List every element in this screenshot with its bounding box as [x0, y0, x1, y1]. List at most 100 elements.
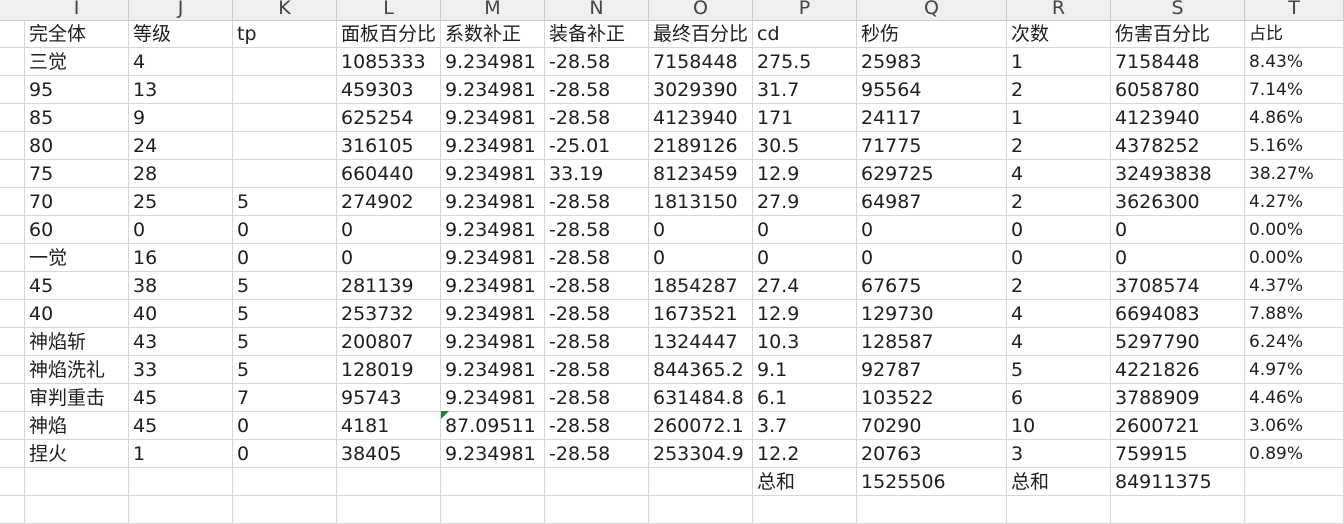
- cell[interactable]: 0.89%: [1245, 440, 1344, 468]
- cell[interactable]: 8.43%: [1245, 48, 1344, 76]
- cell[interactable]: 660440: [337, 160, 441, 188]
- cell[interactable]: 5: [233, 272, 337, 300]
- cell[interactable]: [753, 496, 857, 524]
- cell[interactable]: [1007, 496, 1111, 524]
- cell[interactable]: 3.06%: [1245, 412, 1344, 440]
- cell[interactable]: cd: [753, 20, 857, 48]
- cell[interactable]: 4123940: [1111, 104, 1245, 132]
- cell[interactable]: 13: [129, 76, 233, 104]
- cell[interactable]: [337, 496, 441, 524]
- cell[interactable]: 0: [753, 216, 857, 244]
- cell[interactable]: 7158448: [1111, 48, 1245, 76]
- cell[interactable]: 4378252: [1111, 132, 1245, 160]
- cell[interactable]: 3.7: [753, 412, 857, 440]
- row-header-cell[interactable]: [0, 48, 25, 76]
- column-header-l[interactable]: L: [337, 0, 441, 20]
- cell[interactable]: -28.58: [545, 384, 649, 412]
- cell[interactable]: 面板百分比: [337, 20, 441, 48]
- cell[interactable]: 85: [25, 104, 129, 132]
- cell[interactable]: 3029390: [649, 76, 753, 104]
- cell[interactable]: 1673521: [649, 300, 753, 328]
- cell[interactable]: 6.24%: [1245, 328, 1344, 356]
- cell[interactable]: 2: [1007, 272, 1111, 300]
- cell[interactable]: -28.58: [545, 244, 649, 272]
- cell[interactable]: 9.234981: [441, 216, 545, 244]
- cell[interactable]: 71775: [857, 132, 1007, 160]
- row-header-cell[interactable]: [0, 496, 25, 524]
- cell[interactable]: 28: [129, 160, 233, 188]
- cell[interactable]: 95743: [337, 384, 441, 412]
- column-header-s[interactable]: S: [1111, 0, 1245, 20]
- cell[interactable]: 7: [233, 384, 337, 412]
- cell[interactable]: 24: [129, 132, 233, 160]
- cell[interactable]: [1111, 496, 1245, 524]
- cell[interactable]: 0: [857, 244, 1007, 272]
- cell[interactable]: [233, 76, 337, 104]
- cell[interactable]: tp: [233, 20, 337, 48]
- cell[interactable]: 92787: [857, 356, 1007, 384]
- cell[interactable]: 总和: [753, 468, 857, 496]
- cell[interactable]: 80: [25, 132, 129, 160]
- cell[interactable]: 7.14%: [1245, 76, 1344, 104]
- cell[interactable]: 30.5: [753, 132, 857, 160]
- cell[interactable]: 625254: [337, 104, 441, 132]
- cell[interactable]: 275.5: [753, 48, 857, 76]
- cell[interactable]: 27.4: [753, 272, 857, 300]
- cell[interactable]: 三觉: [25, 48, 129, 76]
- column-header-m[interactable]: M: [441, 0, 545, 20]
- cell[interactable]: 75: [25, 160, 129, 188]
- cell[interactable]: [857, 496, 1007, 524]
- cell[interactable]: 1525506: [857, 468, 1007, 496]
- cell[interactable]: -28.58: [545, 440, 649, 468]
- cell[interactable]: 200807: [337, 328, 441, 356]
- cell[interactable]: 5: [1007, 356, 1111, 384]
- cell[interactable]: 5: [233, 328, 337, 356]
- cell[interactable]: -28.58: [545, 104, 649, 132]
- cell[interactable]: 45: [129, 384, 233, 412]
- cell[interactable]: 0: [1111, 244, 1245, 272]
- cell[interactable]: 40: [129, 300, 233, 328]
- cell[interactable]: 12.9: [753, 300, 857, 328]
- cell[interactable]: [233, 48, 337, 76]
- cell[interactable]: 4.46%: [1245, 384, 1344, 412]
- cell[interactable]: 神焰洗礼: [25, 356, 129, 384]
- cell[interactable]: 1085333: [337, 48, 441, 76]
- cell[interactable]: 最终百分比: [649, 20, 753, 48]
- cell[interactable]: 128587: [857, 328, 1007, 356]
- cell[interactable]: 5: [233, 356, 337, 384]
- cell[interactable]: 25983: [857, 48, 1007, 76]
- cell[interactable]: 4.37%: [1245, 272, 1344, 300]
- cell[interactable]: 0: [857, 216, 1007, 244]
- cell[interactable]: 9.234981: [441, 440, 545, 468]
- row-header-cell[interactable]: [0, 300, 25, 328]
- cell[interactable]: 次数: [1007, 20, 1111, 48]
- cell[interactable]: 3788909: [1111, 384, 1245, 412]
- cell[interactable]: 70: [25, 188, 129, 216]
- cell[interactable]: 9.234981: [441, 384, 545, 412]
- cell[interactable]: [233, 132, 337, 160]
- cell[interactable]: 10: [1007, 412, 1111, 440]
- cell[interactable]: 38: [129, 272, 233, 300]
- cell[interactable]: 5: [233, 188, 337, 216]
- cell[interactable]: [233, 104, 337, 132]
- cell[interactable]: -28.58: [545, 272, 649, 300]
- cell[interactable]: 4.86%: [1245, 104, 1344, 132]
- cell[interactable]: 0: [753, 244, 857, 272]
- row-header-cell[interactable]: [0, 104, 25, 132]
- cell[interactable]: [233, 160, 337, 188]
- cell[interactable]: 95: [25, 76, 129, 104]
- cell[interactable]: 7.88%: [1245, 300, 1344, 328]
- cell[interactable]: 8123459: [649, 160, 753, 188]
- cell[interactable]: 0.00%: [1245, 244, 1344, 272]
- cell[interactable]: 84911375: [1111, 468, 1245, 496]
- cell[interactable]: -28.58: [545, 188, 649, 216]
- cell[interactable]: 253732: [337, 300, 441, 328]
- cell[interactable]: 87.09511: [441, 412, 545, 440]
- cell[interactable]: 装备补正: [545, 20, 649, 48]
- cell[interactable]: 253304.9: [649, 440, 753, 468]
- cell[interactable]: 24117: [857, 104, 1007, 132]
- cell[interactable]: 10.3: [753, 328, 857, 356]
- cell[interactable]: 捏火: [25, 440, 129, 468]
- cell[interactable]: 16: [129, 244, 233, 272]
- cell[interactable]: 1854287: [649, 272, 753, 300]
